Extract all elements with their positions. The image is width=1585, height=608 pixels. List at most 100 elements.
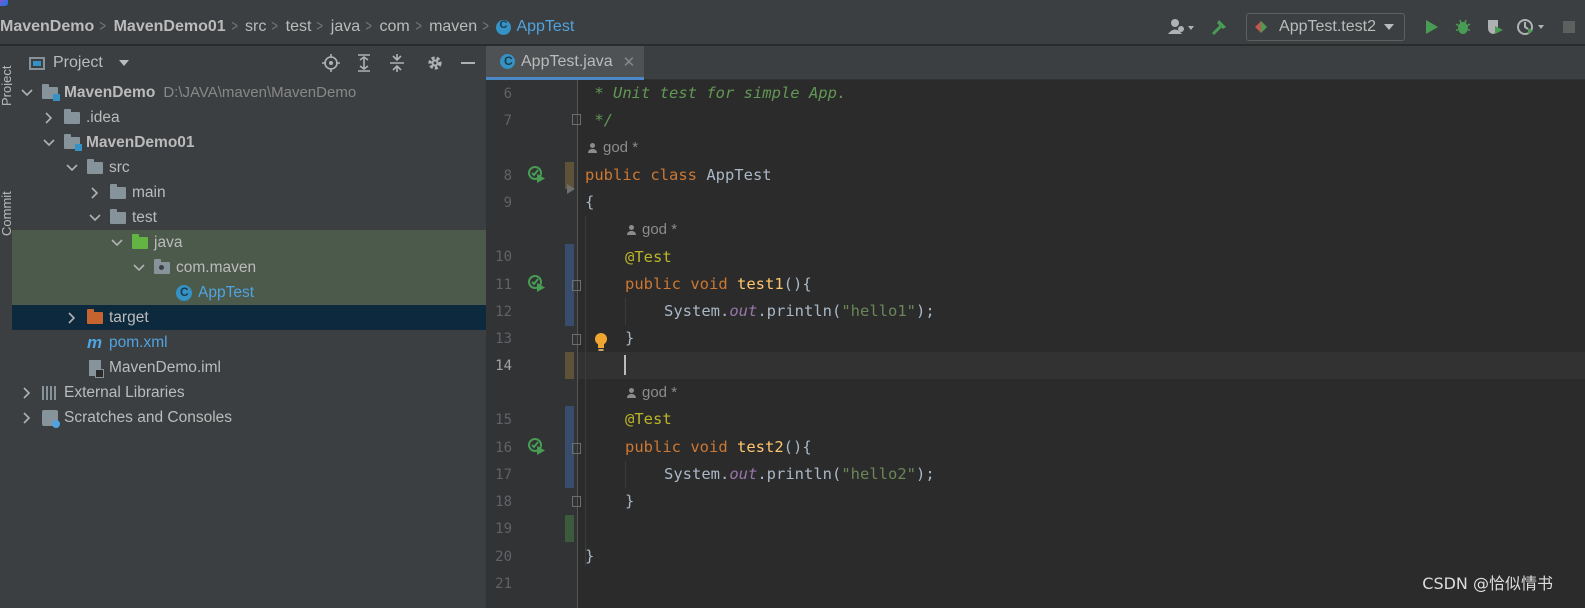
run-test-class-icon[interactable] <box>528 166 546 184</box>
chevron-down-icon[interactable] <box>133 262 145 274</box>
collapse-all-icon[interactable] <box>385 51 409 75</box>
indent-guide <box>625 461 626 488</box>
editor-scrollbar[interactable] <box>1571 80 1585 608</box>
line-number: 8 <box>503 168 512 184</box>
close-icon[interactable]: ✕ <box>623 53 636 71</box>
tree-item-label: AppTest <box>198 283 255 301</box>
tab-label: AppTest.java <box>521 52 613 70</box>
chevron-down-icon[interactable] <box>89 212 101 224</box>
author-inlay-hint[interactable]: god * <box>627 219 677 241</box>
code-line-7[interactable]: */ <box>585 107 613 134</box>
tab-apptest-java[interactable]: AppTest.java ✕ <box>486 46 644 80</box>
indent-guide <box>625 298 626 325</box>
code-keyword: public void <box>625 438 728 456</box>
chevron-right-icon[interactable] <box>89 186 101 199</box>
code-line-17[interactable]: System.out.println("hello2"); <box>664 461 935 488</box>
vcs-user-icon[interactable] <box>1165 14 1201 40</box>
line-number: 12 <box>495 304 512 320</box>
breadcrumb-item[interactable]: java <box>331 18 360 36</box>
profile-icon[interactable] <box>1514 14 1550 40</box>
chevron-down-icon[interactable] <box>66 162 78 174</box>
breadcrumb-separator-icon: > <box>316 18 324 35</box>
text-caret <box>624 355 626 375</box>
code-line-11[interactable]: public void test1(){ <box>625 271 812 298</box>
author-inlay-hint[interactable]: god * <box>627 382 677 404</box>
chevron-down-icon[interactable] <box>43 137 55 149</box>
code-identifier: .println( <box>757 465 842 483</box>
line-number-current: 14 <box>495 358 512 374</box>
run-icon[interactable] <box>1418 14 1444 40</box>
breadcrumb-item[interactable]: src <box>245 18 266 36</box>
code-line-10[interactable]: @Test <box>625 244 672 271</box>
code-line-6[interactable]: * Unit test for simple App. <box>585 80 846 107</box>
author-inlay-hint[interactable]: god * <box>588 137 638 159</box>
breadcrumb-separator-icon: > <box>231 18 238 35</box>
tree-item-idea[interactable]: .idea <box>12 105 517 130</box>
chevron-right-icon[interactable] <box>43 111 55 124</box>
tree-item-label: MavenDemo01 <box>86 133 195 151</box>
project-view-selector[interactable]: Project <box>29 54 129 72</box>
breadcrumb-item-current[interactable]: AppTest <box>496 18 574 36</box>
breadcrumb-item[interactable]: maven <box>429 18 477 36</box>
code-method-name: test2 <box>737 438 784 456</box>
chevron-right-icon[interactable] <box>21 411 33 424</box>
breadcrumb-separator-icon: > <box>99 18 107 35</box>
tree-item-test[interactable]: test <box>12 205 563 230</box>
tree-item-src[interactable]: src <box>12 155 540 180</box>
folder-icon <box>110 183 126 199</box>
tree-item-mavendemo-iml[interactable]: MavenDemo.iml <box>12 355 540 380</box>
line-number: 19 <box>495 521 512 537</box>
code-line-18[interactable]: } <box>625 488 634 515</box>
tree-item-label: test <box>132 208 157 226</box>
tree-item-main[interactable]: main <box>12 180 563 205</box>
tree-item-target[interactable]: target <box>12 305 540 330</box>
run-with-coverage-icon[interactable] <box>1482 14 1508 40</box>
code-line-20[interactable]: } <box>585 543 594 570</box>
fold-marker-icon[interactable] <box>572 334 581 345</box>
intellij-logo-icon <box>0 0 8 6</box>
gear-icon[interactable] <box>423 51 447 75</box>
tree-item-scratches[interactable]: Scratches and Consoles <box>12 405 495 430</box>
project-panel-header: Project <box>12 46 486 80</box>
chevron-right-icon[interactable] <box>66 311 78 324</box>
chevron-down-icon[interactable] <box>111 237 123 249</box>
expand-all-icon[interactable] <box>352 51 376 75</box>
code-line-8[interactable]: public class AppTest <box>585 162 772 189</box>
person-icon <box>588 143 597 153</box>
hide-panel-icon[interactable] <box>456 51 480 75</box>
breadcrumb-item[interactable]: MavenDemo01 <box>114 18 226 36</box>
chevron-right-icon[interactable] <box>21 386 33 399</box>
breadcrumb-item[interactable]: MavenDemo <box>0 18 94 36</box>
code-line-12[interactable]: System.out.println("hello1"); <box>664 298 935 325</box>
debug-icon[interactable] <box>1450 14 1476 40</box>
tree-item-pom-xml[interactable]: m pom.xml <box>12 330 540 355</box>
fold-marker-icon[interactable] <box>572 114 581 125</box>
run-test-method-icon[interactable] <box>528 438 546 456</box>
stop-icon[interactable] <box>1556 14 1582 40</box>
chevron-down-icon[interactable] <box>21 87 33 99</box>
code-identifier: .println( <box>757 302 842 320</box>
code-line-13[interactable]: } <box>625 325 634 352</box>
select-opened-file-icon[interactable] <box>319 51 343 75</box>
tree-item-mavendemo[interactable]: MavenDemo D:\JAVA\maven\MavenDemo <box>12 80 495 105</box>
implemented-marker-icon[interactable] <box>566 182 576 194</box>
tree-item-mavendemo01[interactable]: MavenDemo01 <box>12 130 517 155</box>
run-test-method-icon[interactable] <box>528 275 546 293</box>
breadcrumb-item[interactable]: com <box>380 18 410 36</box>
breadcrumb-item[interactable]: test <box>286 18 312 36</box>
code-punctuation: ); <box>915 302 935 320</box>
fold-marker-icon[interactable] <box>572 496 581 507</box>
fold-marker-icon[interactable] <box>572 280 581 291</box>
editor-tabs: AppTest.java ✕ <box>486 46 1585 80</box>
code-line-15[interactable]: @Test <box>625 406 672 433</box>
code-line-9[interactable]: { <box>585 189 594 216</box>
fold-marker-icon[interactable] <box>572 443 581 454</box>
code-static-field: out <box>729 302 758 320</box>
build-hammer-icon[interactable] <box>1207 14 1233 40</box>
code-line-16[interactable]: public void test2(){ <box>625 434 812 461</box>
run-configuration-select[interactable]: AppTest.test2 <box>1246 13 1405 41</box>
author-hint-label: god * <box>642 221 678 238</box>
tree-item-external-libraries[interactable]: External Libraries <box>12 380 495 405</box>
code-punctuation: ); <box>915 465 935 483</box>
lightbulb-intention-icon[interactable] <box>594 332 608 352</box>
